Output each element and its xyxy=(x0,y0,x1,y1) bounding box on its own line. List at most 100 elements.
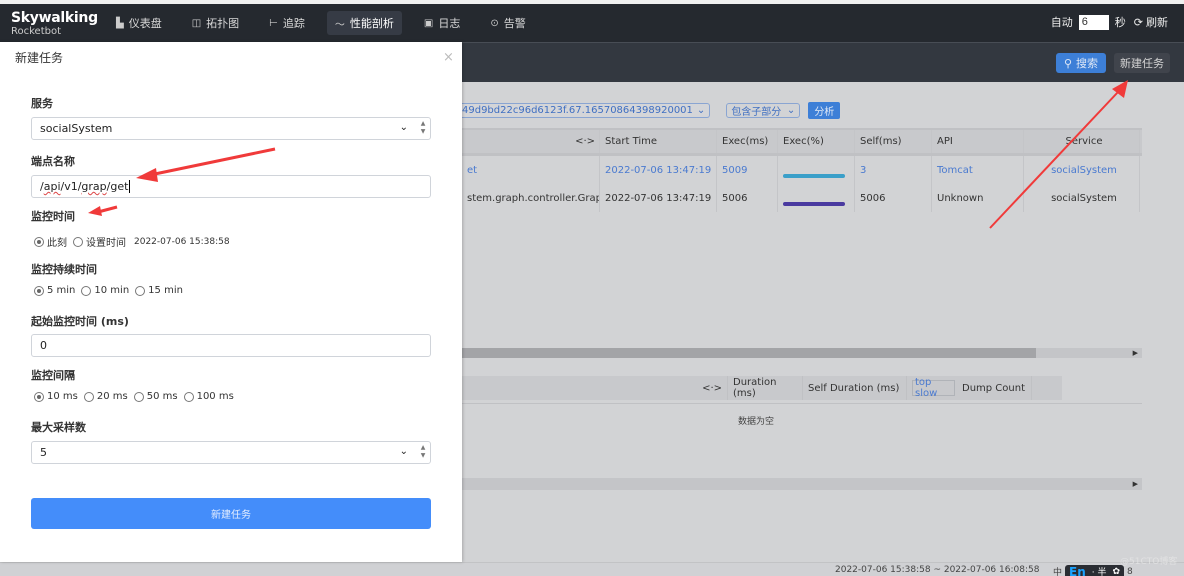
alarm-icon: ⊙ xyxy=(490,17,499,29)
time-range[interactable]: 2022-07-06 15:38:58 ~ 2022-07-06 16:08:5… xyxy=(835,565,1039,575)
radio-button[interactable] xyxy=(83,391,94,402)
span-exec-pct xyxy=(778,184,855,212)
radio-10min[interactable]: 10 min xyxy=(81,285,129,296)
spinner-icon[interactable]: ▲ ▼ xyxy=(418,444,428,461)
refresh-icon[interactable]: ⟳ xyxy=(1134,16,1143,29)
ime-status-box[interactable]: En · 半 ✿ xyxy=(1065,564,1125,576)
endpoint-part: /get xyxy=(106,179,129,193)
divider xyxy=(462,403,1142,404)
service-select-value: socialSystem xyxy=(40,122,113,135)
trace-select-value: 49d9bd22c96d6123f.67.16570864398920001 xyxy=(462,105,693,116)
logo-subtitle: Rocketbot xyxy=(11,26,62,37)
new-task-panel: 新建任务 × 服务 socialSystem ⌄ ▲ ▼ 端点名称 /api/v1… xyxy=(0,42,462,562)
duration-label: 监控持续时间 xyxy=(31,263,97,276)
radio-15min[interactable]: 15 min xyxy=(135,285,183,296)
close-icon[interactable]: × xyxy=(443,50,454,65)
ime-cn: 中 xyxy=(1053,568,1063,576)
span-table-scrollbar[interactable]: ▶ xyxy=(462,348,1142,358)
radio-label: 5 min xyxy=(47,285,76,296)
radio-20ms[interactable]: 20 ms xyxy=(83,391,128,402)
auto-refresh-interval-input[interactable] xyxy=(1078,14,1109,30)
radio-50ms[interactable]: 50 ms xyxy=(133,391,178,402)
table-row[interactable]: et 2022-07-06 13:47:19 5009 3 Tomcat soc… xyxy=(462,156,1142,184)
nav-item-label: 告警 xyxy=(503,17,526,30)
table-row[interactable]: stem.graph.controller.Graph... 2022-07-0… xyxy=(462,184,1142,212)
endpoint-part: grap xyxy=(81,179,107,193)
auto-refresh-controls: 自动 秒 ⟳ 刷新 xyxy=(1051,14,1168,30)
spinner-icon[interactable]: ▲ ▼ xyxy=(418,120,428,137)
radio-button[interactable] xyxy=(81,285,92,296)
nav-item-profile[interactable]: 〜 性能剖析 xyxy=(326,11,402,35)
search-icon: ⚲ xyxy=(1063,56,1073,70)
radio-button[interactable] xyxy=(183,391,194,402)
endpoint-input[interactable]: /api/v1/grap/get xyxy=(31,175,431,198)
endpoint-label: 端点名称 xyxy=(31,155,75,168)
span-table: <·> Start Time Exec(ms) Exec(%) Self(ms)… xyxy=(462,128,1142,212)
footer: 2022-07-06 15:38:58 ~ 2022-07-06 16:08:5… xyxy=(0,562,1184,576)
column-header-resize[interactable]: <·> xyxy=(462,130,600,153)
radio-button[interactable] xyxy=(133,391,144,402)
radio-button[interactable] xyxy=(34,236,44,247)
search-button[interactable]: ⚲ 搜索 xyxy=(1056,53,1106,73)
endpoint-part: /v1/ xyxy=(60,179,82,193)
radio-100ms[interactable]: 100 ms xyxy=(183,391,234,402)
radio-label: 10 ms xyxy=(47,391,78,402)
endpoint-input-value: /api/v1/grap/get xyxy=(40,179,131,194)
nav-item-log[interactable]: ▣ 日志 xyxy=(416,11,468,35)
max-sample-select[interactable]: 5 ⌄ ▲ ▼ xyxy=(31,441,431,464)
max-sample-value: 5 xyxy=(40,446,47,459)
trace-icon: ⊢ xyxy=(269,17,278,29)
analyze-button[interactable]: 分析 xyxy=(808,102,841,119)
logo-title: Skywalking xyxy=(11,10,98,26)
top-slow-button[interactable]: top slow xyxy=(912,377,955,399)
scrollbar-thumb[interactable] xyxy=(462,348,1036,358)
refresh-button[interactable]: 刷新 xyxy=(1146,14,1168,30)
radio-now[interactable]: 此刻 xyxy=(34,234,67,249)
ime-en: En xyxy=(1069,564,1086,576)
create-task-button[interactable]: 新建任务 xyxy=(31,498,431,529)
thread-table-scrollbar[interactable]: ▶ xyxy=(462,478,1142,490)
nav-item-label: 拓扑图 xyxy=(206,17,240,30)
radio-label: 10 min xyxy=(94,285,130,296)
interval-radios: 10 ms 20 ms 50 ms 100 ms xyxy=(34,391,240,402)
span-service: socialSystem xyxy=(1024,184,1140,212)
radio-10ms[interactable]: 10 ms xyxy=(34,391,78,402)
radio-button[interactable] xyxy=(135,285,146,296)
ime-settings-icon: ✿ xyxy=(1112,566,1121,576)
service-select[interactable]: socialSystem ⌄ ▲ ▼ xyxy=(31,117,431,140)
new-task-button[interactable]: 新建任务 xyxy=(1114,53,1170,73)
ime-num: 8 xyxy=(1127,566,1133,576)
radio-label: 设置时间 xyxy=(86,238,126,249)
radio-5min[interactable]: 5 min xyxy=(34,285,75,296)
monitor-time-value[interactable]: 2022-07-06 15:38:58 xyxy=(134,237,230,247)
mode-select[interactable]: 包含子部分 ⌄ xyxy=(726,103,801,118)
chevron-down-icon: ⌄ xyxy=(696,105,706,116)
nav-item-topology[interactable]: ◫ 拓扑图 xyxy=(184,11,247,35)
radio-button[interactable] xyxy=(34,285,44,296)
column-header-resize[interactable]: <·> xyxy=(462,376,728,400)
start-time-input[interactable]: 0 xyxy=(31,334,431,357)
column-header-exec-ms: Exec(ms) xyxy=(717,130,778,153)
ime-extra: · 半 xyxy=(1091,568,1107,576)
radio-button[interactable] xyxy=(34,391,44,402)
scroll-right-icon[interactable]: ▶ xyxy=(1133,348,1138,358)
duration-radios: 5 min 10 min 15 min xyxy=(34,285,189,296)
start-time-value: 0 xyxy=(40,339,47,352)
span-table-header: <·> Start Time Exec(ms) Exec(%) Self(ms)… xyxy=(462,128,1142,156)
column-header-start-time: Start Time xyxy=(600,130,717,153)
span-method: stem.graph.controller.Graph... xyxy=(462,184,600,212)
log-icon: ▣ xyxy=(423,17,434,29)
profile-content: 49d9bd22c96d6123f.67.16570864398920001 ⌄… xyxy=(462,82,1184,562)
radio-set-time[interactable]: 设置时间 xyxy=(73,234,126,249)
trace-select[interactable]: 49d9bd22c96d6123f.67.16570864398920001 ⌄ xyxy=(462,103,711,118)
logo[interactable]: Skywalking Rocketbot xyxy=(11,11,98,37)
radio-label: 50 ms xyxy=(146,391,178,402)
empty-state-text: 数据为空 xyxy=(738,417,775,427)
radio-label: 此刻 xyxy=(47,238,67,249)
nav-item-alarm[interactable]: ⊙ 告警 xyxy=(482,11,533,35)
nav-item-trace[interactable]: ⊢ 追踪 xyxy=(261,11,313,35)
endpoint-part: api xyxy=(43,179,61,193)
radio-button[interactable] xyxy=(73,236,83,247)
scroll-right-icon[interactable]: ▶ xyxy=(1133,478,1138,490)
nav-item-dashboard[interactable]: ▙ 仪表盘 xyxy=(108,11,170,35)
